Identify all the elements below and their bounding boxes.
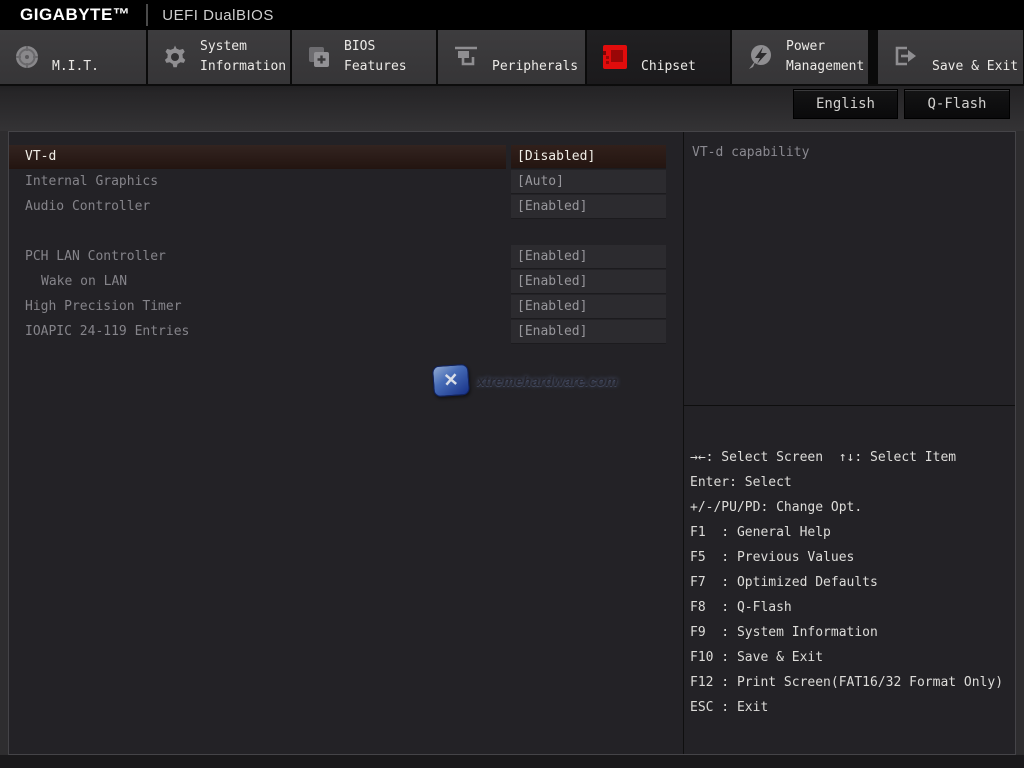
mit-dial-icon (14, 44, 40, 70)
setting-label: PCH LAN Controller (9, 245, 506, 269)
setting-row-ioapic[interactable]: IOAPIC 24-119 Entries [Enabled] (9, 320, 683, 344)
shortcut-f7: F7 : Optimized Defaults (690, 570, 1015, 595)
setting-value[interactable]: [Enabled] (511, 295, 666, 319)
shortcut-f5: F5 : Previous Values (690, 545, 1015, 570)
tab-save-exit[interactable]: Save & Exit (878, 30, 1023, 84)
gear-icon (162, 44, 188, 70)
shortcut-enter: Enter: Select (690, 470, 1015, 495)
tab-chipset[interactable]: Chipset (587, 30, 730, 84)
setting-value[interactable]: [Enabled] (511, 245, 666, 269)
row-spacer (9, 220, 683, 244)
setting-row-pch-lan[interactable]: PCH LAN Controller [Enabled] (9, 245, 683, 269)
qflash-button[interactable]: Q-Flash (904, 89, 1010, 119)
setting-label: High Precision Timer (9, 295, 506, 319)
tab-label: Chipset (641, 57, 696, 84)
title-bar: GIGABYTE™ UEFI DualBIOS (0, 0, 1024, 30)
bios-screen: GIGABYTE™ UEFI DualBIOS M.I.T. (0, 0, 1024, 768)
help-pane: VT-d capability →←: Select Screen ↑↓: Se… (683, 132, 1015, 754)
tab-system-information[interactable]: System Information (148, 30, 290, 84)
shortcut-f1: F1 : General Help (690, 520, 1015, 545)
tab-bar: M.I.T. System Information BIOS Features (0, 30, 1024, 86)
tab-label: Power Management (786, 37, 868, 84)
bios-features-icon (306, 44, 332, 70)
watermark-x-icon: ✕ (432, 364, 470, 397)
setting-row-hpet[interactable]: High Precision Timer [Enabled] (9, 295, 683, 319)
shortcut-select-screen: →←: Select Screen ↑↓: Select Item (690, 445, 1015, 470)
setting-row-audio-controller[interactable]: Audio Controller [Enabled] (9, 195, 683, 219)
settings-pane: VT-d [Disabled] Internal Graphics [Auto]… (9, 132, 683, 754)
setting-label: Audio Controller (9, 195, 506, 219)
setting-label: Internal Graphics (9, 170, 506, 194)
bottom-strip (0, 755, 1024, 768)
shortcut-f10: F10 : Save & Exit (690, 645, 1015, 670)
tab-label: M.I.T. (52, 57, 99, 84)
tab-peripherals[interactable]: Peripherals (438, 30, 585, 84)
shortcut-f8: F8 : Q-Flash (690, 595, 1015, 620)
gigabyte-logo: GIGABYTE™ (20, 5, 130, 25)
watermark: ✕ xtremehardware.com (433, 365, 618, 396)
tab-label: System Information (200, 37, 290, 84)
setting-value[interactable]: [Enabled] (511, 195, 666, 219)
setting-value[interactable]: [Enabled] (511, 320, 666, 344)
main-panel: VT-d [Disabled] Internal Graphics [Auto]… (8, 131, 1016, 755)
setting-value[interactable]: [Enabled] (511, 270, 666, 294)
tab-mit[interactable]: M.I.T. (0, 30, 146, 84)
title-separator (146, 4, 148, 26)
sub-header: English Q-Flash (0, 86, 1024, 131)
setting-row-vtd[interactable]: VT-d [Disabled] (9, 145, 683, 169)
language-button[interactable]: English (793, 89, 898, 119)
shortcut-f9: F9 : System Information (690, 620, 1015, 645)
exit-door-icon (892, 43, 920, 71)
tab-label: BIOS Features (344, 37, 436, 84)
shortcut-change-opt: +/-/PU/PD: Change Opt. (690, 495, 1015, 520)
peripherals-icon (452, 43, 480, 71)
tab-label: Save & Exit (932, 57, 1018, 84)
page-title: UEFI DualBIOS (162, 7, 274, 24)
shortcut-f12: F12 : Print Screen(FAT16/32 Format Only) (690, 670, 1015, 695)
power-bolt-icon (746, 43, 774, 71)
setting-label: Wake on LAN (9, 270, 506, 294)
setting-label: VT-d (9, 145, 506, 169)
shortcut-legend: →←: Select Screen ↑↓: Select Item Enter:… (684, 406, 1015, 720)
shortcut-esc: ESC : Exit (690, 695, 1015, 720)
chipset-icon (601, 43, 629, 71)
setting-value[interactable]: [Disabled] (511, 145, 666, 169)
watermark-text: xtremehardware.com (477, 373, 618, 389)
tab-bios-features[interactable]: BIOS Features (292, 30, 436, 84)
setting-row-wake-on-lan[interactable]: Wake on LAN [Enabled] (9, 270, 683, 294)
help-description: VT-d capability (684, 132, 1015, 405)
tab-label: Peripherals (492, 57, 578, 84)
setting-value[interactable]: [Auto] (511, 170, 666, 194)
tab-power-management[interactable]: Power Management (732, 30, 868, 84)
setting-label: IOAPIC 24-119 Entries (9, 320, 506, 344)
setting-row-internal-graphics[interactable]: Internal Graphics [Auto] (9, 170, 683, 194)
